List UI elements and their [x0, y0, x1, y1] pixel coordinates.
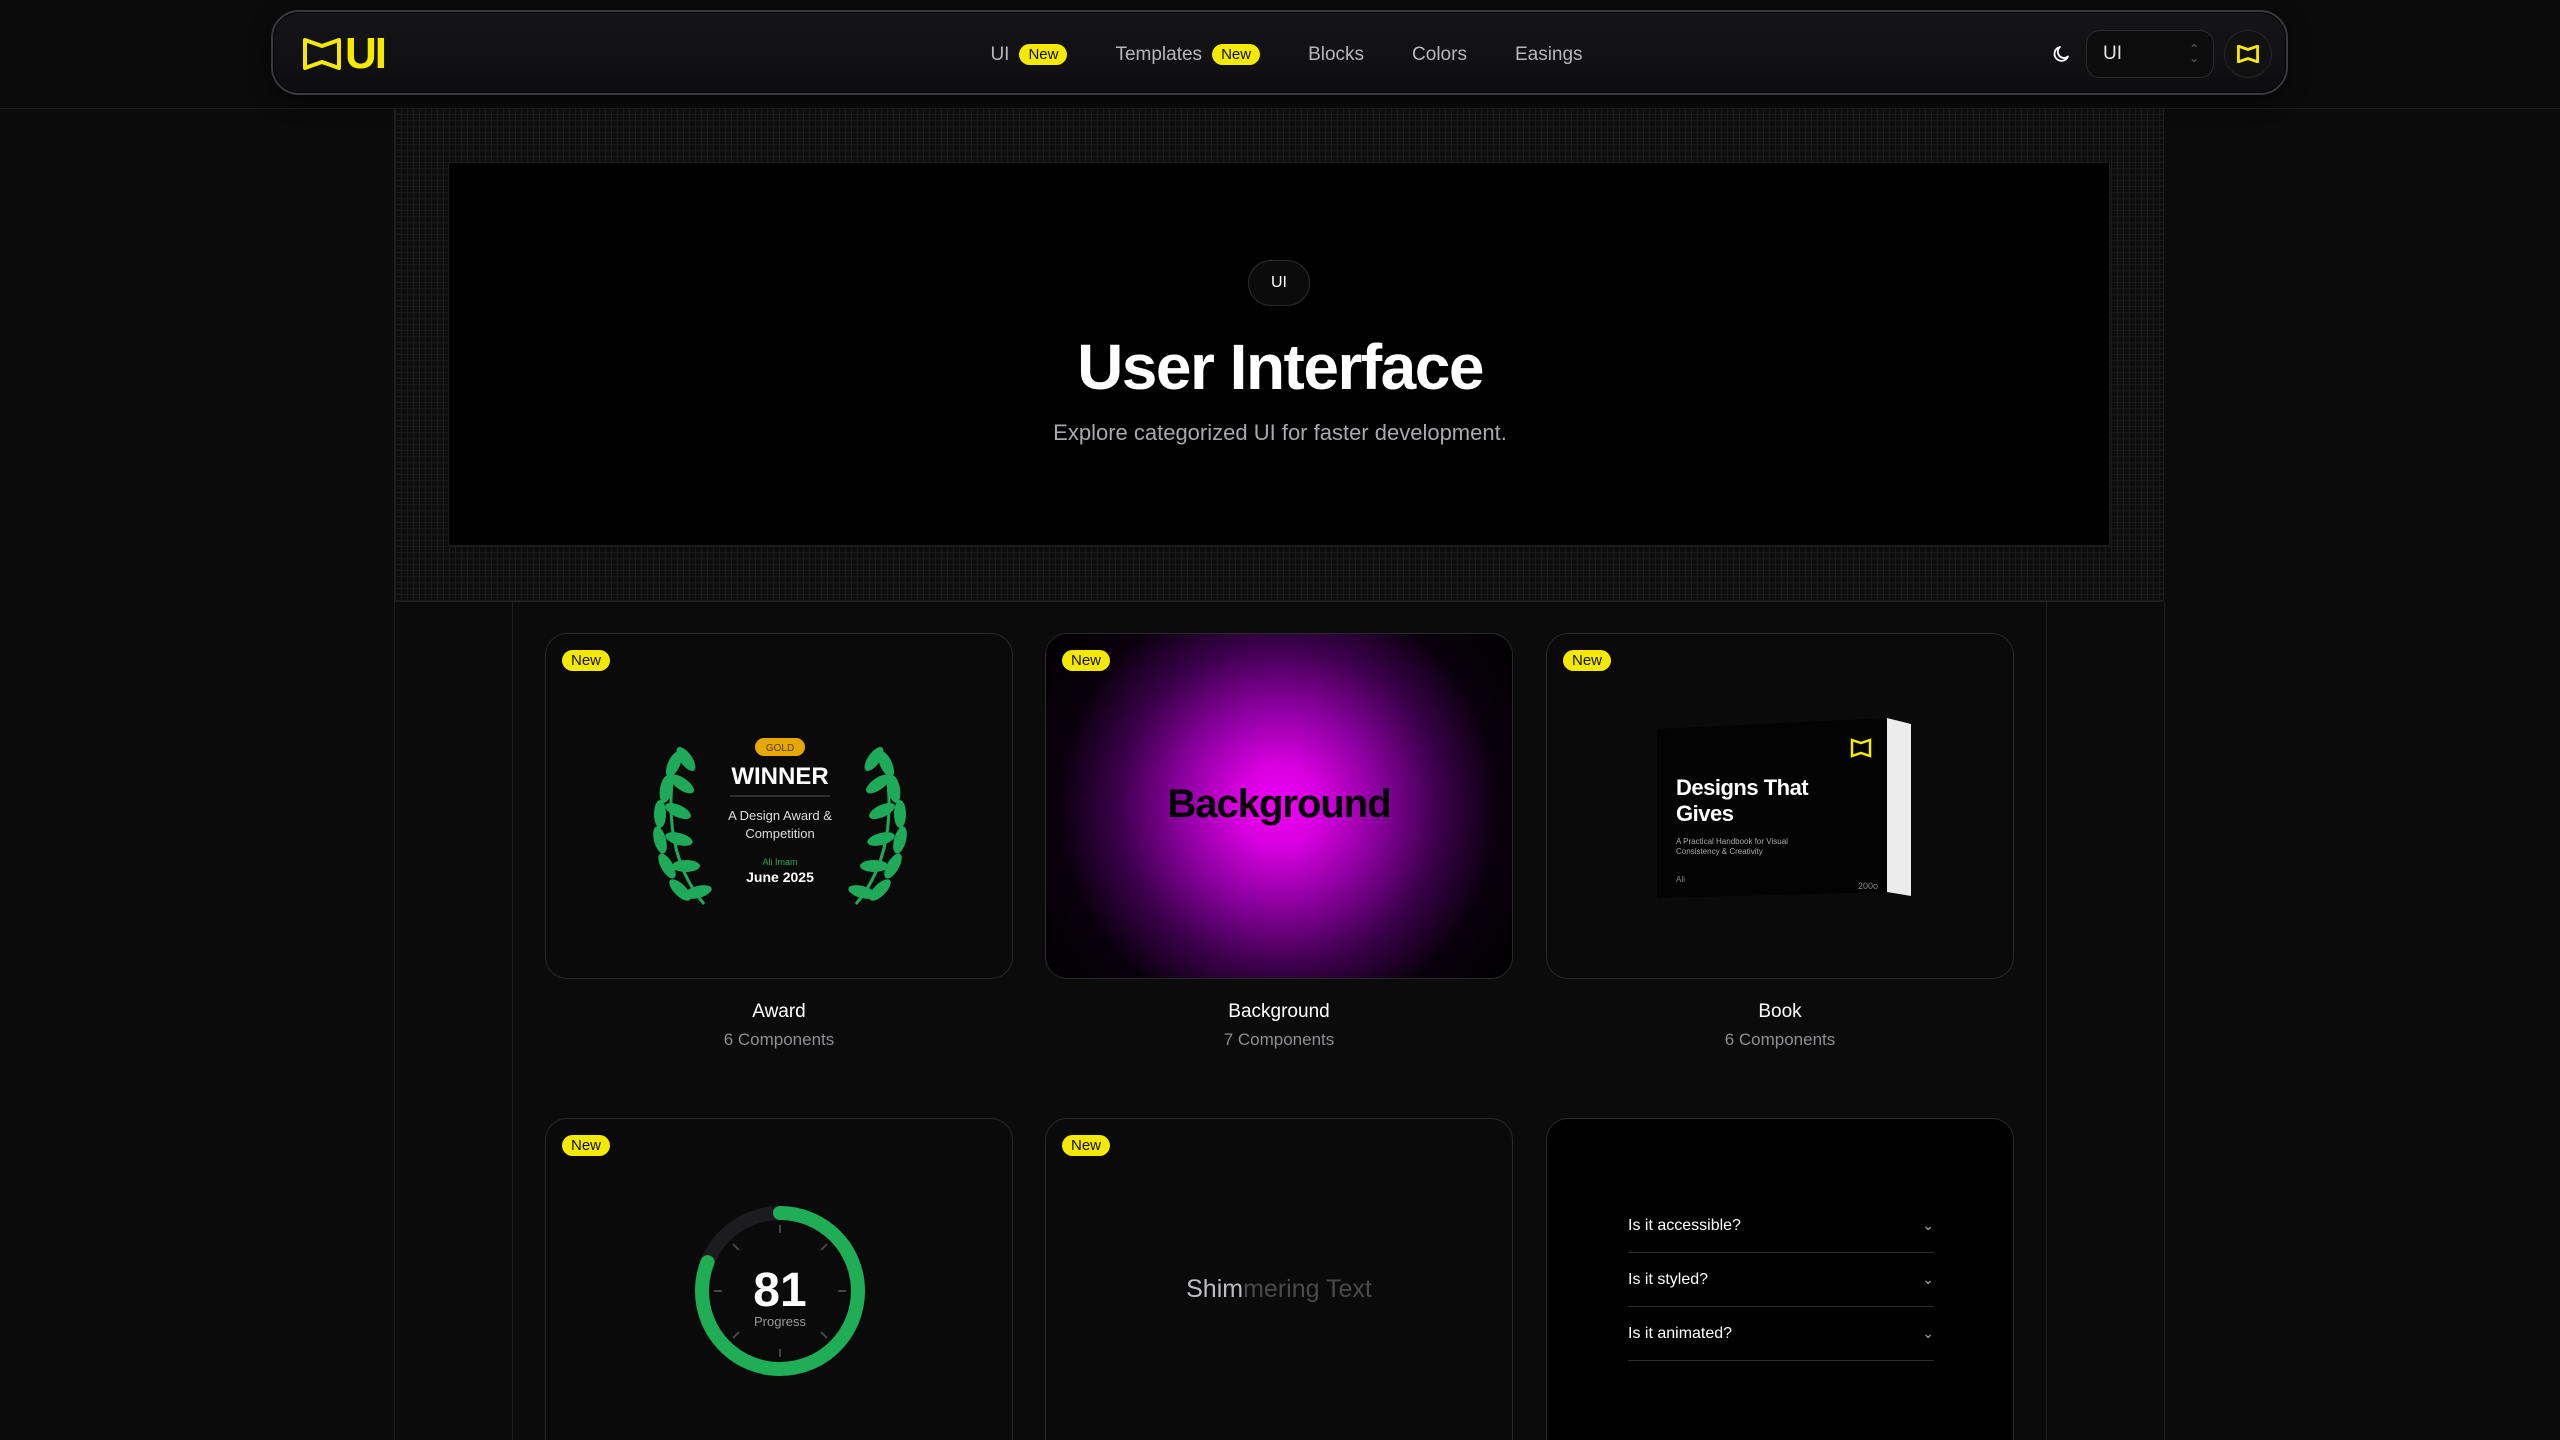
award-headline: WINNER [731, 763, 828, 790]
background-preview-text: Background [1167, 782, 1391, 826]
select-value: UI [2103, 43, 2122, 64]
accordion-preview: Is it accessible? ⌄ Is it styled? ⌄ Is i… [1628, 1199, 1934, 1361]
book-pages [1887, 718, 1911, 896]
book-title-1: Designs That [1676, 775, 1809, 800]
frame-line [394, 602, 395, 1440]
frame-line [512, 602, 513, 1440]
card-title: Book [1758, 1001, 1802, 1022]
new-badge: New [1062, 1135, 1111, 1156]
new-badge: New [1062, 650, 1111, 671]
shimmer-highlight: Shim [1186, 1275, 1244, 1303]
page-title: User Interface [1077, 331, 1484, 403]
award-author: Ali Imam [762, 857, 797, 867]
nav-link-colors[interactable]: Colors [1412, 44, 1467, 66]
award-date: June 2025 [746, 869, 814, 885]
card-award[interactable]: New GOLD WINNER A Design Award & Competi… [545, 633, 1013, 979]
logo-mark-icon [2237, 45, 2259, 63]
shimmer-rest: mering Text [1243, 1275, 1372, 1303]
accordion-question: Is it animated? [1628, 1324, 1733, 1342]
accordion-item[interactable]: Is it animated? ⌄ [1628, 1307, 1934, 1361]
card-subtitle: 6 Components [723, 1030, 835, 1049]
book-author: Ali [1676, 875, 1685, 884]
brand-button[interactable] [2224, 30, 2272, 78]
new-badge: New [562, 650, 611, 671]
award-tier: GOLD [766, 743, 794, 754]
shimmer-preview-text: Shimmering Text [1046, 1275, 1512, 1304]
page-subtitle: Explore categorized UI for faster develo… [1053, 420, 1507, 445]
book-desc-2: Consistency & Creativity [1676, 847, 1763, 856]
theme-toggle-button[interactable] [2044, 36, 2080, 72]
card-book[interactable]: New Designs That Gives A Practical Handb… [1546, 633, 2014, 979]
card-subtitle: 7 Components [1223, 1030, 1335, 1049]
accordion-question: Is it styled? [1628, 1270, 1709, 1288]
accordion-item[interactable]: Is it accessible? ⌄ [1628, 1199, 1934, 1253]
main-nav: UI New Templates New Blocks Colors Easin… [273, 12, 2286, 97]
nav-link-label: Colors [1412, 43, 1467, 65]
nav-link-templates[interactable]: Templates New [1115, 43, 1261, 66]
award-line-1: A Design Award & [728, 808, 832, 823]
chevron-down-icon: ⌄ [1922, 1325, 1934, 1341]
chevron-up-down-icon: ⌃ ⌄ [2188, 42, 2199, 65]
book-title-2: Gives [1676, 801, 1734, 826]
nav-link-label: Templates [1115, 43, 1203, 65]
nav-link-easings[interactable]: Easings [1515, 44, 1583, 66]
nav-link-label: Easings [1514, 43, 1583, 65]
accordion-question: Is it accessible? [1628, 1216, 1741, 1234]
award-preview: GOLD WINNER A Design Award & Competition… [653, 738, 907, 905]
card-accordion[interactable]: Is it accessible? ⌄ Is it styled? ⌄ Is i… [1546, 1118, 2014, 1440]
new-badge: New [562, 1135, 611, 1156]
top-navbar: UI UI New Templates New Blocks Colors Ea… [271, 10, 2288, 95]
card-progress[interactable]: New 81 Progress [545, 1118, 1013, 1440]
frame-line [2164, 602, 2165, 1440]
progress-label: Progress [754, 1314, 807, 1329]
card-title: Background [1228, 1001, 1330, 1022]
progress-preview: 81 Progress [695, 1206, 865, 1376]
nav-link-ui[interactable]: UI New [990, 43, 1068, 66]
nav-link-blocks[interactable]: Blocks [1308, 44, 1364, 66]
card-title: Award [752, 1001, 806, 1022]
section-divider [394, 601, 2164, 602]
frame-line [2046, 602, 2047, 1440]
progress-value: 81 [753, 1264, 806, 1317]
award-line-2: Competition [745, 826, 814, 841]
card-background[interactable]: New Background [1045, 633, 1513, 979]
book-year: 200o [1858, 881, 1878, 891]
nav-link-label: UI [990, 43, 1010, 65]
framework-select[interactable]: UI ⌃ ⌄ [2086, 30, 2214, 78]
card-subtitle: 6 Components [1724, 1030, 1836, 1049]
book-preview: Designs That Gives A Practical Handbook … [1657, 718, 1911, 898]
card-shimmering-text[interactable]: New Shimmering Text [1045, 1118, 1513, 1440]
new-badge: New [1019, 44, 1068, 65]
new-badge: New [1212, 44, 1261, 65]
chevron-down-icon: ⌄ [1922, 1271, 1934, 1287]
category-pill: UI [1248, 260, 1310, 306]
chevron-down-icon: ⌄ [1922, 1217, 1934, 1233]
book-desc-1: A Practical Handbook for Visual [1676, 837, 1788, 846]
new-badge: New [1563, 650, 1612, 671]
moon-icon [2053, 46, 2069, 62]
accordion-item[interactable]: Is it styled? ⌄ [1628, 1253, 1934, 1307]
nav-link-label: Blocks [1308, 43, 1365, 65]
